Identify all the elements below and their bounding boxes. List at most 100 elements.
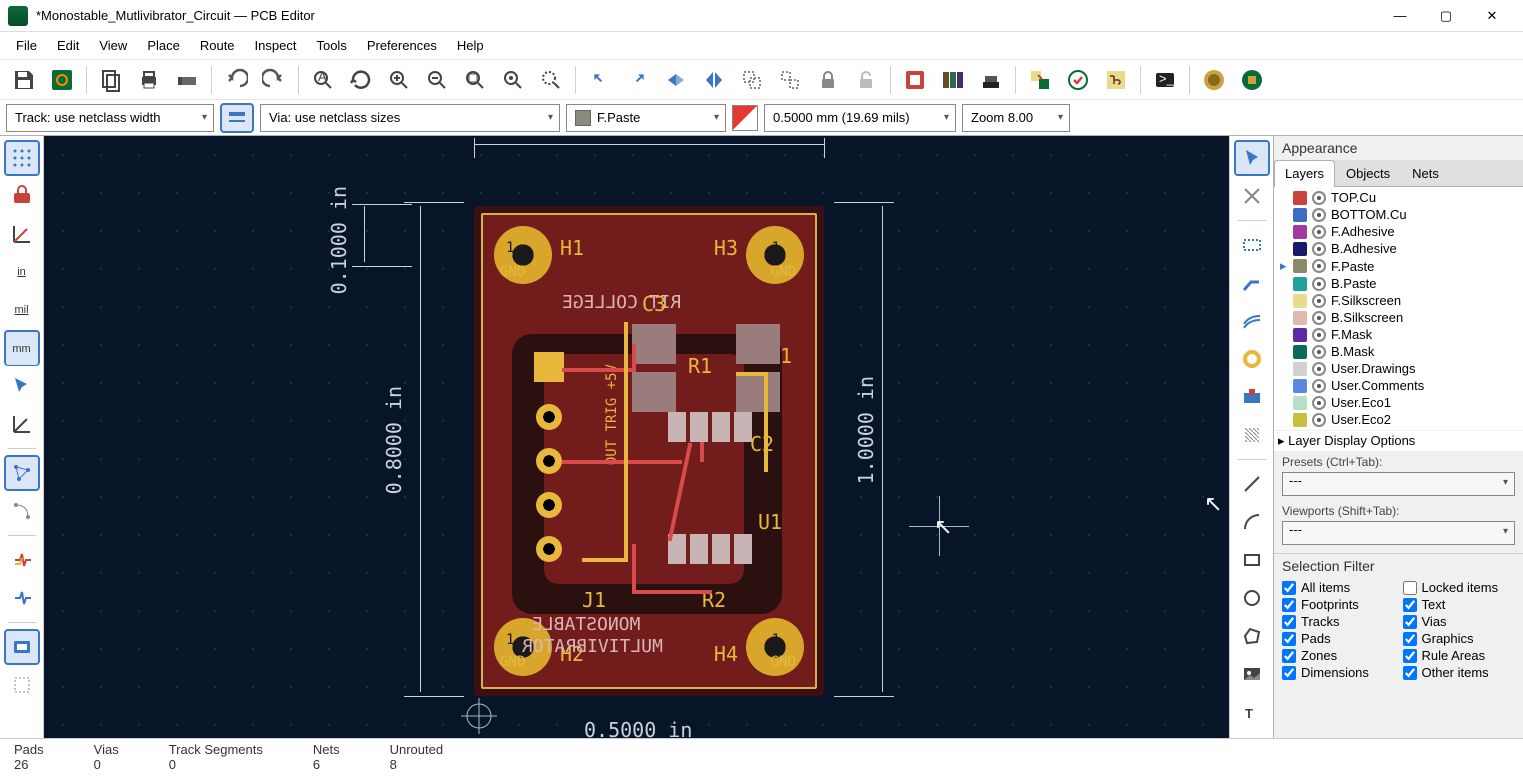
filter-vias[interactable]: Vias — [1403, 614, 1516, 629]
3d-viewer-button[interactable] — [973, 63, 1009, 97]
auto-track-width-toggle[interactable] — [220, 103, 254, 133]
layer-row-b-silkscreen[interactable]: B.Silkscreen — [1278, 309, 1519, 326]
pcb-board[interactable]: H1 1 GND H3 1 GND H2 1 GND H4 1 GND RIT … — [474, 206, 824, 696]
group-button[interactable] — [734, 63, 770, 97]
layer-color-swatch[interactable] — [1293, 328, 1307, 342]
filter-other-items[interactable]: Other items — [1403, 665, 1516, 680]
plugin-1-button[interactable] — [1196, 63, 1232, 97]
board-setup-button[interactable] — [44, 63, 80, 97]
via-size-dropdown[interactable]: Via: use netclass sizes — [260, 104, 560, 132]
layer-visibility-toggle[interactable] — [1312, 191, 1326, 205]
menu-tools[interactable]: Tools — [306, 34, 356, 57]
menu-view[interactable]: View — [89, 34, 137, 57]
zoom-dropdown[interactable]: Zoom 8.00 — [962, 104, 1070, 132]
close-button[interactable]: ✕ — [1469, 0, 1515, 32]
layer-row-b-paste[interactable]: B.Paste — [1278, 275, 1519, 292]
units-inches[interactable]: in — [4, 254, 40, 290]
menu-route[interactable]: Route — [190, 34, 245, 57]
layer-row-f-adhesive[interactable]: F.Adhesive — [1278, 223, 1519, 240]
place-footprint-tool[interactable] — [1234, 227, 1270, 263]
menu-preferences[interactable]: Preferences — [357, 34, 447, 57]
plugin-2-button[interactable] — [1234, 63, 1270, 97]
draw-rect-tool[interactable] — [1234, 542, 1270, 578]
draw-circle-tool[interactable] — [1234, 580, 1270, 616]
zone-display-toggle[interactable] — [4, 580, 40, 616]
layer-row-b-adhesive[interactable]: B.Adhesive — [1278, 240, 1519, 257]
units-mils[interactable]: mil — [4, 292, 40, 328]
layers-list[interactable]: TOP.CuBOTTOM.CuF.AdhesiveB.Adhesive▸F.Pa… — [1274, 187, 1523, 430]
page-settings-button[interactable] — [93, 63, 129, 97]
layer-visibility-toggle[interactable] — [1312, 277, 1326, 291]
filter-pads[interactable]: Pads — [1282, 631, 1395, 646]
active-layer-dropdown[interactable]: F.Paste — [566, 104, 726, 132]
undo-button[interactable] — [218, 63, 254, 97]
layer-visibility-toggle[interactable] — [1312, 345, 1326, 359]
highlight-net-tool[interactable] — [1234, 178, 1270, 214]
menu-help[interactable]: Help — [447, 34, 494, 57]
zone-fill-display-toggle[interactable] — [4, 667, 40, 703]
layer-color-swatch[interactable] — [1293, 208, 1307, 222]
grid-toggle[interactable] — [4, 140, 40, 176]
layer-row-user-drawings[interactable]: User.Drawings — [1278, 360, 1519, 377]
tab-layers[interactable]: Layers — [1274, 160, 1335, 187]
zoom-in-button[interactable] — [381, 63, 417, 97]
layer-color-swatch[interactable] — [1293, 277, 1307, 291]
refresh-button[interactable] — [343, 63, 379, 97]
print-button[interactable] — [131, 63, 167, 97]
layer-visibility-toggle[interactable] — [1312, 362, 1326, 376]
track-width-dropdown[interactable]: Track: use netclass width — [6, 104, 214, 132]
layer-visibility-toggle[interactable] — [1312, 328, 1326, 342]
ratsnest-curved-toggle[interactable] — [4, 493, 40, 529]
layer-color-swatch[interactable] — [1293, 259, 1307, 273]
filter-text[interactable]: Text — [1403, 597, 1516, 612]
drc-button[interactable] — [1060, 63, 1096, 97]
layer-visibility-toggle[interactable] — [1312, 379, 1326, 393]
always-show-cursor-toggle[interactable] — [4, 406, 40, 442]
filter-tracks[interactable]: Tracks — [1282, 614, 1395, 629]
grid-override-toggle[interactable] — [4, 178, 40, 214]
draw-line-tool[interactable] — [1234, 466, 1270, 502]
layer-visibility-toggle[interactable] — [1312, 396, 1326, 410]
zoom-fit-button[interactable] — [457, 63, 493, 97]
layer-pair-icon[interactable] — [732, 105, 758, 131]
zoom-out-button[interactable] — [419, 63, 455, 97]
filter-all-items[interactable]: All items — [1282, 580, 1395, 595]
redo-button[interactable] — [256, 63, 292, 97]
footprint-editor-button[interactable] — [897, 63, 933, 97]
layer-color-swatch[interactable] — [1293, 225, 1307, 239]
layer-row-user-comments[interactable]: User.Comments — [1278, 377, 1519, 394]
layer-color-swatch[interactable] — [1293, 362, 1307, 376]
cursor-shape-toggle[interactable] — [4, 368, 40, 404]
scripting-button[interactable]: >_ — [1147, 63, 1183, 97]
grid-dropdown[interactable]: 0.5000 mm (19.69 mils) — [764, 104, 956, 132]
layer-visibility-toggle[interactable] — [1312, 294, 1326, 308]
filter-zones[interactable]: Zones — [1282, 648, 1395, 663]
schematic-button[interactable] — [1098, 63, 1134, 97]
draw-arc-tool[interactable] — [1234, 504, 1270, 540]
layer-visibility-toggle[interactable] — [1312, 225, 1326, 239]
zoom-window-button[interactable] — [495, 63, 531, 97]
rotate-ccw-button[interactable] — [582, 63, 618, 97]
find-button[interactable]: A — [305, 63, 341, 97]
mirror-button[interactable] — [696, 63, 732, 97]
update-from-schematic-button[interactable] — [1022, 63, 1058, 97]
menu-place[interactable]: Place — [137, 34, 190, 57]
zoom-selection-button[interactable] — [533, 63, 569, 97]
rotate-cw-button[interactable] — [620, 63, 656, 97]
layer-visibility-toggle[interactable] — [1312, 242, 1326, 256]
layer-row-user-eco2[interactable]: User.Eco2 — [1278, 411, 1519, 428]
polar-coords-toggle[interactable] — [4, 216, 40, 252]
layer-row-f-silkscreen[interactable]: F.Silkscreen — [1278, 292, 1519, 309]
net-highlight-toggle[interactable] — [4, 542, 40, 578]
pcb-canvas[interactable]: 0.1000 in 0.8000 in 1.0000 in 0.5000 in … — [44, 136, 1229, 738]
filter-graphics[interactable]: Graphics — [1403, 631, 1516, 646]
place-image-tool[interactable] — [1234, 656, 1270, 692]
tab-nets[interactable]: Nets — [1401, 160, 1450, 186]
place-text-tool[interactable]: T — [1234, 694, 1270, 730]
lock-button[interactable] — [810, 63, 846, 97]
draw-polygon-tool[interactable] — [1234, 618, 1270, 654]
ratsnest-toggle[interactable] — [4, 455, 40, 491]
layer-visibility-toggle[interactable] — [1312, 208, 1326, 222]
layer-color-swatch[interactable] — [1293, 242, 1307, 256]
layer-color-swatch[interactable] — [1293, 396, 1307, 410]
